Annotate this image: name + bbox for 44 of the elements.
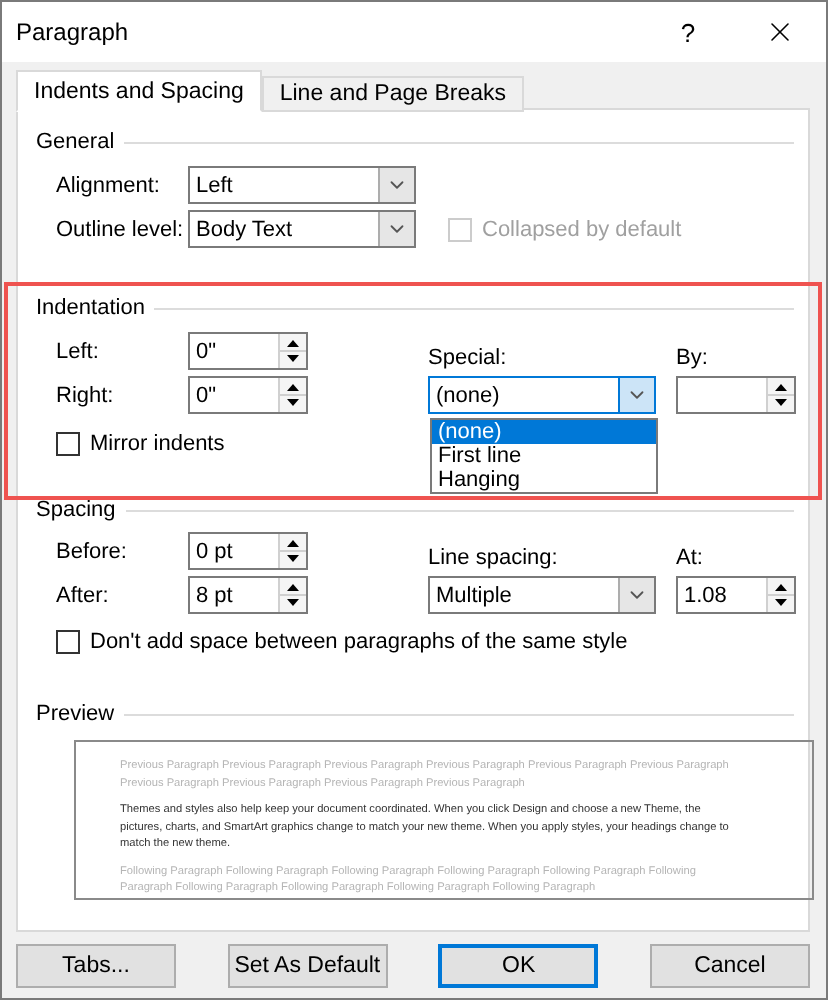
dropdown-field[interactable]: Left xyxy=(188,166,416,204)
window-title: Paragraph xyxy=(16,18,131,46)
field-label: Special: xyxy=(428,346,507,370)
dropdown-field[interactable]: Body Text xyxy=(188,210,416,248)
spin-arrows-icon[interactable] xyxy=(278,334,306,368)
field-label: Before: xyxy=(56,539,129,563)
spin-field[interactable]: 0" xyxy=(188,376,308,414)
dropdown-field[interactable]: (none) xyxy=(428,376,656,414)
spin-field[interactable]: 0 pt xyxy=(188,532,308,570)
field-label: Right: xyxy=(56,383,116,407)
spin-arrows-icon[interactable] xyxy=(278,534,306,568)
spin-arrows-icon[interactable] xyxy=(766,578,794,612)
checkbox[interactable] xyxy=(56,630,80,654)
tab[interactable]: Indents and Spacing xyxy=(16,70,262,112)
dialog-button[interactable]: Set As Default xyxy=(227,944,388,988)
dialog-button[interactable]: OK xyxy=(438,944,599,988)
field-label: Line spacing: xyxy=(428,546,558,570)
field-label: Outline level: xyxy=(56,217,186,241)
field-label: At: xyxy=(676,546,703,570)
field-label: Left: xyxy=(56,339,101,363)
dropdown-option[interactable]: (none) xyxy=(432,420,656,444)
field-label: By: xyxy=(676,346,708,370)
dialog-button[interactable]: Tabs... xyxy=(16,944,176,988)
spin-arrows-icon[interactable] xyxy=(766,378,794,412)
checkbox-label: Collapsed by default xyxy=(482,217,682,241)
checkbox-label: Don't add space between paragraphs of the same style xyxy=(90,630,628,654)
dropdown-field[interactable]: Multiple xyxy=(428,576,656,614)
spin-arrows-icon[interactable] xyxy=(278,378,306,412)
section-heading: Spacing xyxy=(36,498,116,522)
spin-field[interactable]: 8 pt xyxy=(188,576,308,614)
section-heading: Preview xyxy=(36,702,115,726)
spin-field[interactable]: 1.08 xyxy=(676,576,796,614)
spin-field[interactable]: 0" xyxy=(188,332,308,370)
dialog-button[interactable]: Cancel xyxy=(649,944,810,988)
spin-arrows-icon[interactable] xyxy=(278,578,306,612)
tab[interactable]: Line and Page Breaks xyxy=(261,76,525,112)
section-heading: Indentation xyxy=(36,296,145,320)
help-button[interactable]: ? xyxy=(642,17,734,47)
field-label: Alignment: xyxy=(56,173,162,197)
checkbox-label: Mirror indents xyxy=(90,432,225,456)
spin-field[interactable] xyxy=(676,376,796,414)
checkbox[interactable] xyxy=(56,432,80,456)
section-heading: General xyxy=(36,130,115,154)
field-label: After: xyxy=(56,583,111,607)
